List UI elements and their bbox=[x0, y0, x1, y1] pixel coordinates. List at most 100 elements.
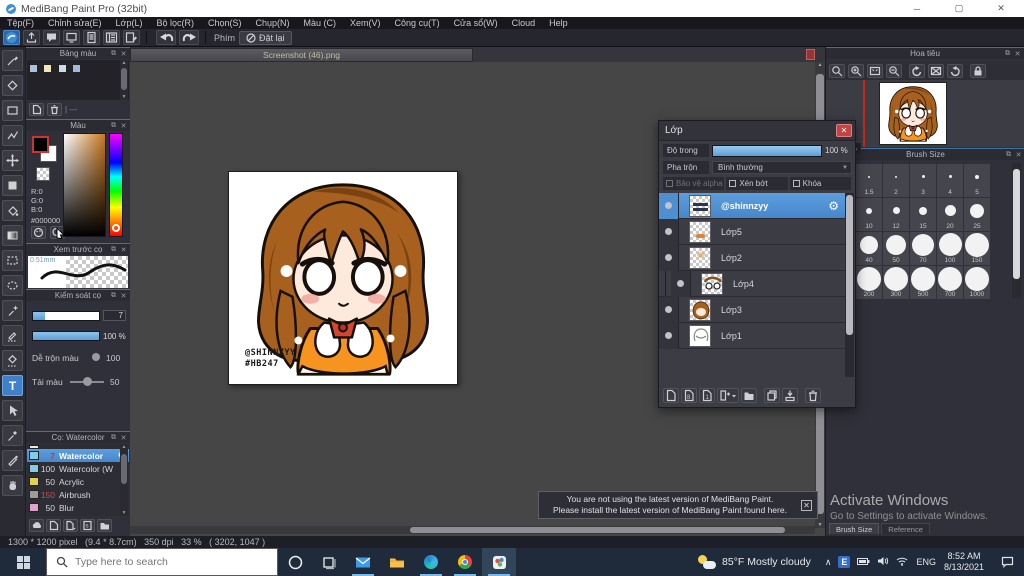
file-explorer-icon[interactable] bbox=[380, 548, 414, 576]
close-panel-icon[interactable]: ✕ bbox=[119, 433, 128, 442]
layer-row-5[interactable]: Lớp5 bbox=[659, 218, 847, 245]
menu-capture[interactable]: Chụp(N) bbox=[249, 18, 297, 28]
menu-window[interactable]: Cửa sổ(W) bbox=[447, 18, 505, 28]
popout-icon[interactable]: ⧉ bbox=[109, 49, 118, 58]
menu-color[interactable]: Màu (C) bbox=[297, 18, 344, 28]
saturation-value-field[interactable] bbox=[63, 133, 106, 237]
brush-size-cell[interactable]: 200 bbox=[856, 266, 882, 299]
close-panel-icon[interactable]: ✕ bbox=[119, 49, 128, 58]
brush-size-cell[interactable]: 1000 bbox=[964, 266, 990, 299]
brush-size-cell[interactable]: 500 bbox=[910, 266, 936, 299]
divide-tool-icon[interactable] bbox=[2, 450, 23, 471]
artboard-canvas[interactable]: @SHINNZYY #HB247 bbox=[228, 171, 458, 385]
brush-row-airbrush[interactable]: 150 Airbrush bbox=[27, 488, 129, 501]
volume-icon[interactable] bbox=[877, 553, 889, 571]
action-center-icon[interactable] bbox=[994, 556, 1020, 568]
tab-brush-size[interactable]: Brush Size bbox=[829, 523, 880, 534]
layer-row-2[interactable]: Lớp2 bbox=[659, 244, 847, 271]
zoom-out-icon[interactable] bbox=[886, 64, 902, 78]
brush-size-cell[interactable]: 3 bbox=[910, 164, 936, 197]
minimize-button[interactable]: ─ bbox=[902, 0, 932, 17]
rotate-ccw-icon[interactable] bbox=[909, 64, 925, 78]
layer-row-3[interactable]: Lớp3 bbox=[659, 296, 847, 323]
wifi-icon[interactable] bbox=[896, 553, 908, 571]
chrome-icon[interactable] bbox=[448, 548, 482, 576]
cloud-save-icon[interactable] bbox=[3, 30, 20, 45]
popout-icon[interactable]: ⧉ bbox=[1004, 150, 1013, 159]
taskbar-search[interactable] bbox=[46, 548, 278, 576]
canvas-hscrollbar[interactable] bbox=[130, 526, 815, 534]
taskbar-clock[interactable]: 8:52 AM 8/13/2021 bbox=[944, 551, 984, 573]
popout-icon[interactable]: ⧉ bbox=[1003, 49, 1012, 58]
layers-panel-header[interactable]: Lớp ✕ bbox=[659, 121, 855, 141]
add-brush-icon[interactable] bbox=[46, 519, 61, 532]
panel-edit-icon[interactable] bbox=[123, 30, 140, 45]
brush-size-cell[interactable]: 2 bbox=[883, 164, 909, 197]
bucket-tool-icon[interactable] bbox=[2, 200, 23, 221]
duplicate-layer-icon[interactable] bbox=[764, 388, 780, 403]
brush-row-acrylic[interactable]: 50 Acrylic bbox=[27, 475, 129, 488]
operation-tool-icon[interactable] bbox=[2, 400, 23, 421]
mix-knob[interactable] bbox=[92, 353, 100, 361]
popout-icon[interactable]: ⧉ bbox=[109, 245, 118, 254]
menu-select[interactable]: Chọn(S) bbox=[201, 18, 249, 28]
magic-wand-tool-icon[interactable] bbox=[2, 300, 23, 321]
cloud-brush-icon[interactable] bbox=[29, 519, 44, 532]
menu-help[interactable]: Help bbox=[542, 18, 575, 28]
notification-close-icon[interactable]: ✕ bbox=[801, 499, 812, 511]
menu-view[interactable]: Xem(V) bbox=[343, 18, 388, 28]
start-button[interactable] bbox=[0, 548, 46, 576]
text-tool-icon[interactable]: T bbox=[2, 375, 23, 396]
battery-icon[interactable] bbox=[857, 553, 870, 571]
select-eraser-tool-icon[interactable] bbox=[2, 350, 23, 371]
visibility-toggle[interactable] bbox=[659, 218, 679, 245]
script-brush-icon[interactable]: s bbox=[80, 519, 95, 532]
gradient-tool-icon[interactable] bbox=[2, 225, 23, 246]
document-icon[interactable] bbox=[83, 30, 100, 45]
visibility-toggle[interactable] bbox=[659, 192, 679, 219]
lasso-tool-icon[interactable] bbox=[2, 275, 23, 296]
brush-opacity-slider[interactable] bbox=[32, 331, 100, 341]
brush-row-watercolor[interactable]: 7 Watercolor ⚙ bbox=[27, 449, 129, 462]
palette-mode-icon[interactable] bbox=[31, 226, 46, 239]
delete-palette-icon[interactable] bbox=[47, 103, 62, 116]
tab-reference[interactable]: Reference bbox=[881, 523, 930, 534]
visibility-toggle[interactable] bbox=[659, 322, 679, 349]
brush-row-watercolor-wet[interactable]: 100 Watercolor (W bbox=[27, 462, 129, 475]
brush-size-slider[interactable] bbox=[32, 311, 100, 321]
eyedropper-tool-icon[interactable] bbox=[2, 425, 23, 446]
palette-scrollbar[interactable]: ▲ ▼ bbox=[120, 60, 128, 100]
new-layer-icon[interactable] bbox=[663, 388, 679, 403]
menu-cloud[interactable]: Cloud bbox=[505, 18, 543, 28]
select-pen-tool-icon[interactable] bbox=[2, 325, 23, 346]
layer-row-4[interactable]: Lớp4 bbox=[659, 270, 847, 297]
brush-tool-icon[interactable] bbox=[2, 50, 23, 71]
popout-icon[interactable]: ⧉ bbox=[109, 433, 118, 442]
document-tab[interactable]: Screenshot (46).png bbox=[130, 48, 473, 62]
brush-size-cell[interactable]: 150 bbox=[964, 232, 990, 265]
menu-layer[interactable]: Lớp(L) bbox=[109, 18, 150, 28]
transparent-color-swatch[interactable] bbox=[36, 167, 50, 181]
zoom-actual-icon[interactable] bbox=[829, 64, 845, 78]
close-panel-icon[interactable]: ✕ bbox=[119, 121, 128, 130]
comment-icon[interactable] bbox=[43, 30, 60, 45]
language-indicator[interactable]: ENG bbox=[916, 557, 936, 567]
upload-icon[interactable] bbox=[23, 30, 40, 45]
navigator-thumbnail[interactable] bbox=[879, 82, 947, 145]
visibility-toggle[interactable] bbox=[659, 296, 679, 323]
reset-rotation-icon[interactable] bbox=[928, 64, 944, 78]
lock-icon[interactable] bbox=[970, 64, 986, 78]
brush-size-cell[interactable]: 70 bbox=[910, 232, 936, 265]
gear-icon[interactable]: ⚙ bbox=[828, 199, 839, 213]
hue-ring[interactable] bbox=[112, 224, 120, 232]
tray-e-app-icon[interactable]: E bbox=[838, 556, 851, 568]
menu-filter[interactable]: Bộ lọc(R) bbox=[149, 18, 201, 28]
edge-icon[interactable] bbox=[414, 548, 448, 576]
brush-size-cell[interactable]: 50 bbox=[883, 232, 909, 265]
menu-tools[interactable]: Công cụ(T) bbox=[388, 18, 447, 28]
popout-icon[interactable]: ⧉ bbox=[109, 291, 118, 300]
clipping-checkbox[interactable]: Xén bớt bbox=[726, 177, 788, 190]
add-brush-menu-icon[interactable] bbox=[63, 519, 78, 532]
visibility-toggle[interactable] bbox=[671, 270, 691, 297]
close-panel-icon[interactable]: ✕ bbox=[1014, 150, 1023, 159]
